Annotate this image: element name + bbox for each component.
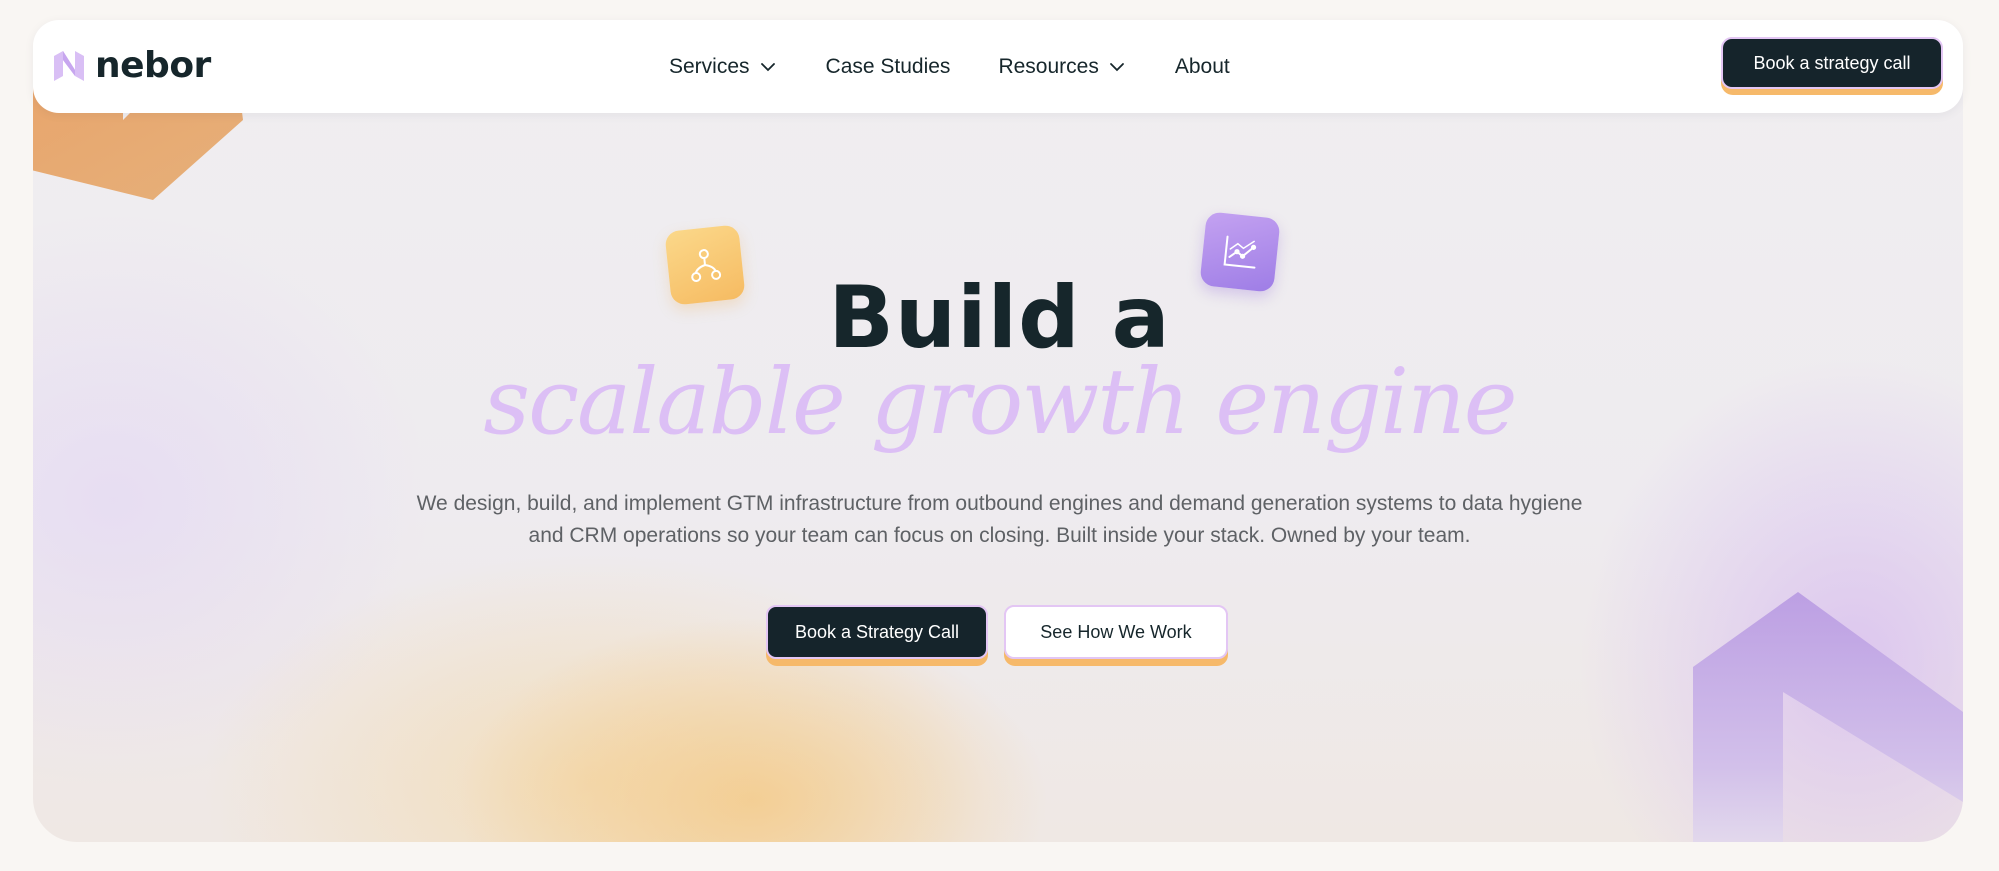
book-strategy-call-nav-button[interactable]: Book a strategy call <box>1721 37 1943 95</box>
top-navbar: nebor Services Case Studies Resources Ab… <box>33 20 1963 113</box>
book-strategy-call-button[interactable]: Book a Strategy Call <box>766 605 988 666</box>
main-nav: Services Case Studies Resources About <box>669 20 1278 113</box>
see-how-we-work-button[interactable]: See How We Work <box>1004 605 1228 666</box>
hero-cta-row: Book a Strategy Call See How We Work <box>766 605 1228 666</box>
hero-headline-accent: scalable growth engine <box>483 350 1517 455</box>
nav-item-label: Case Studies <box>825 54 951 78</box>
nav-item-services[interactable]: Services <box>669 55 776 79</box>
nav-item-case-studies[interactable]: Case Studies <box>826 55 951 79</box>
secondary-cta-label: See How We Work <box>1004 605 1228 659</box>
brand-name: nebor <box>95 45 211 86</box>
primary-cta-label: Book a Strategy Call <box>766 605 988 659</box>
nebor-logo-icon <box>54 50 84 81</box>
nav-item-label: About <box>1174 54 1230 78</box>
nav-item-about[interactable]: About <box>1175 55 1230 79</box>
nav-item-label: Resources <box>998 54 1099 78</box>
hero-description: We design, build, and implement GTM infr… <box>416 492 1583 547</box>
chevron-down-icon <box>1109 62 1124 71</box>
brand-logo[interactable]: nebor <box>51 45 211 86</box>
nav-item-resources[interactable]: Resources <box>998 55 1124 79</box>
purple-chevron-decoration <box>1693 592 1963 842</box>
nav-cta-label: Book a strategy call <box>1721 37 1943 89</box>
chevron-down-icon <box>760 62 775 71</box>
nav-item-label: Services <box>669 54 750 78</box>
